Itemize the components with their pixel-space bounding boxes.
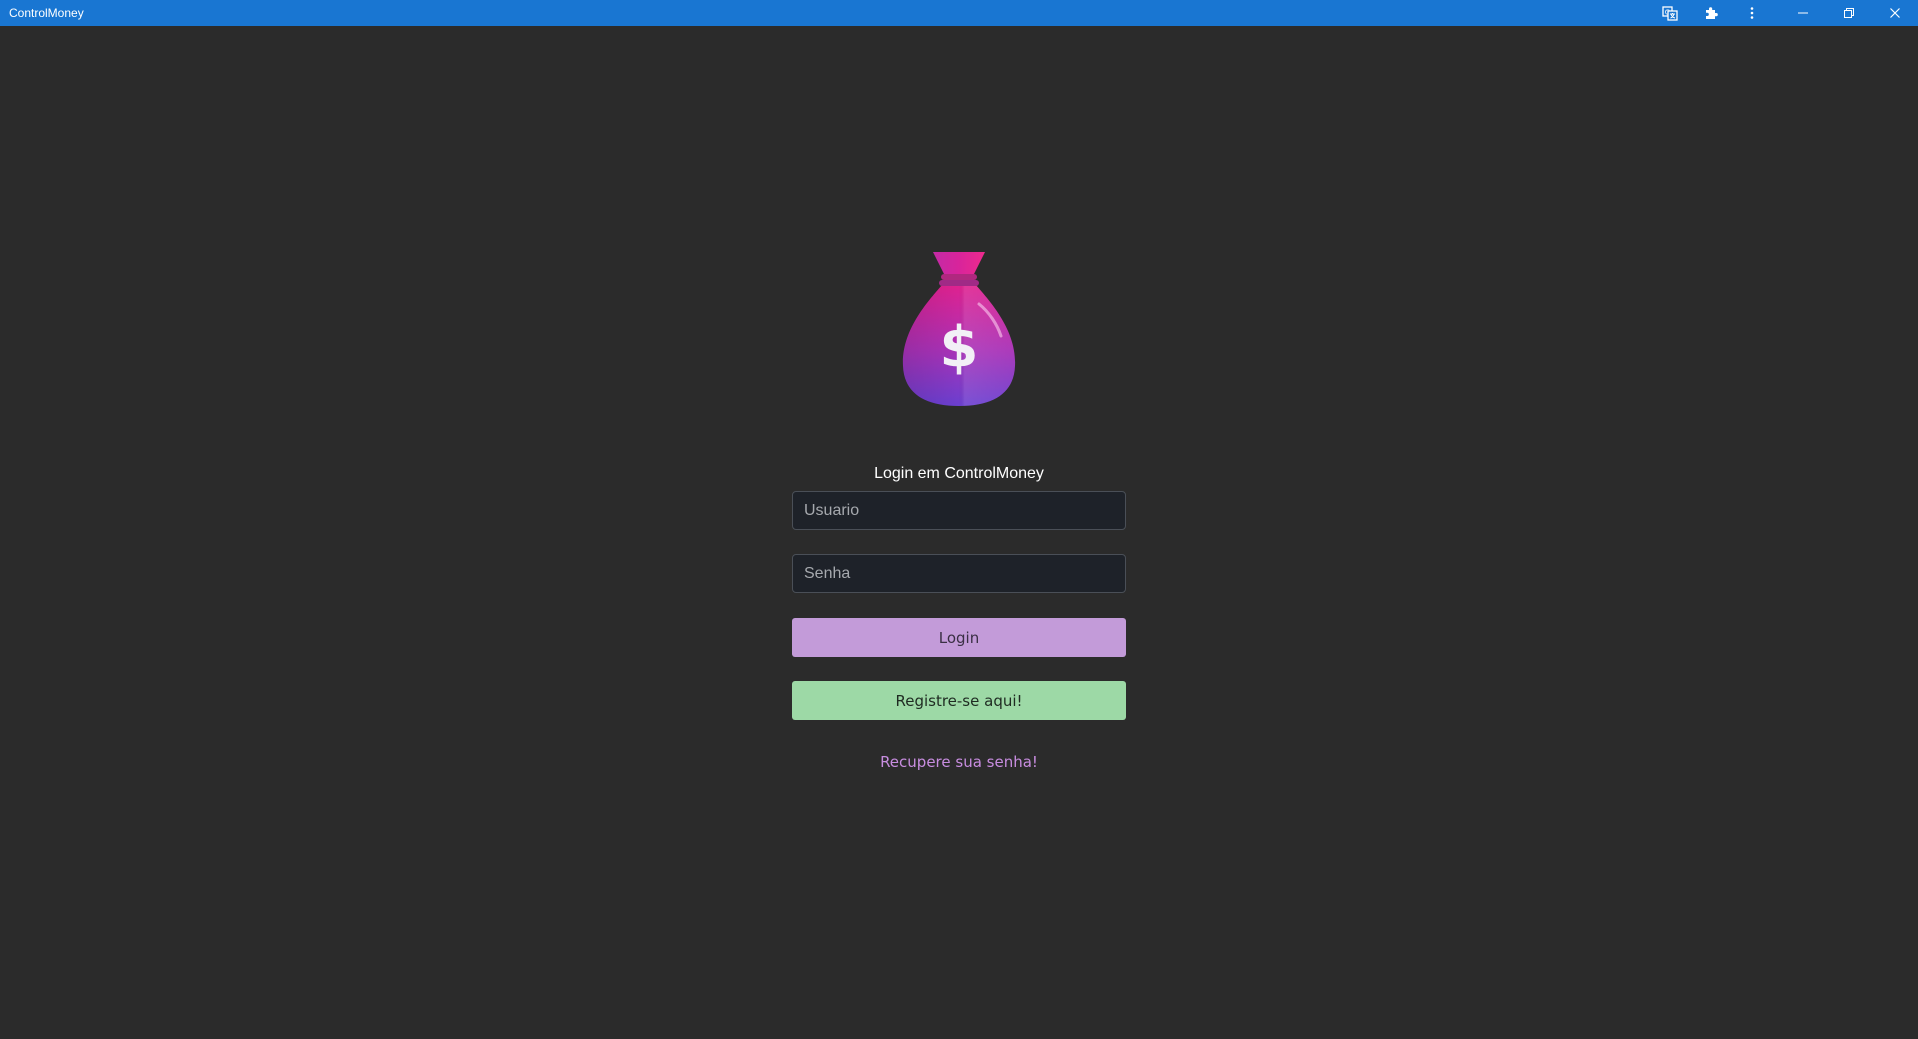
- login-button[interactable]: Login: [792, 618, 1126, 657]
- extensions-icon[interactable]: [1690, 0, 1731, 26]
- title-bar: ControlMoney G: [0, 0, 1918, 26]
- recover-password-link-row: Recupere sua senha!: [0, 753, 1918, 771]
- extension-toolbar: G: [1649, 0, 1772, 26]
- dollar-symbol: $: [940, 315, 979, 380]
- page-title: Login em ControlMoney: [874, 465, 1044, 482]
- window-controls: [1780, 0, 1918, 26]
- more-options-icon[interactable]: [1731, 0, 1772, 26]
- close-icon[interactable]: [1872, 0, 1918, 26]
- restore-icon[interactable]: [1826, 0, 1872, 26]
- login-page: $ Login em ControlMoney Login Registre-s…: [0, 26, 1918, 1039]
- window-title: ControlMoney: [9, 6, 84, 20]
- money-bag-icon: $: [897, 240, 1021, 420]
- username-input[interactable]: [792, 491, 1126, 530]
- minimize-icon[interactable]: [1780, 0, 1826, 26]
- register-button[interactable]: Registre-se aqui!: [792, 681, 1126, 720]
- password-input[interactable]: [792, 554, 1126, 593]
- recover-password-link[interactable]: Recupere sua senha!: [880, 753, 1038, 771]
- translate-icon[interactable]: G: [1649, 0, 1690, 26]
